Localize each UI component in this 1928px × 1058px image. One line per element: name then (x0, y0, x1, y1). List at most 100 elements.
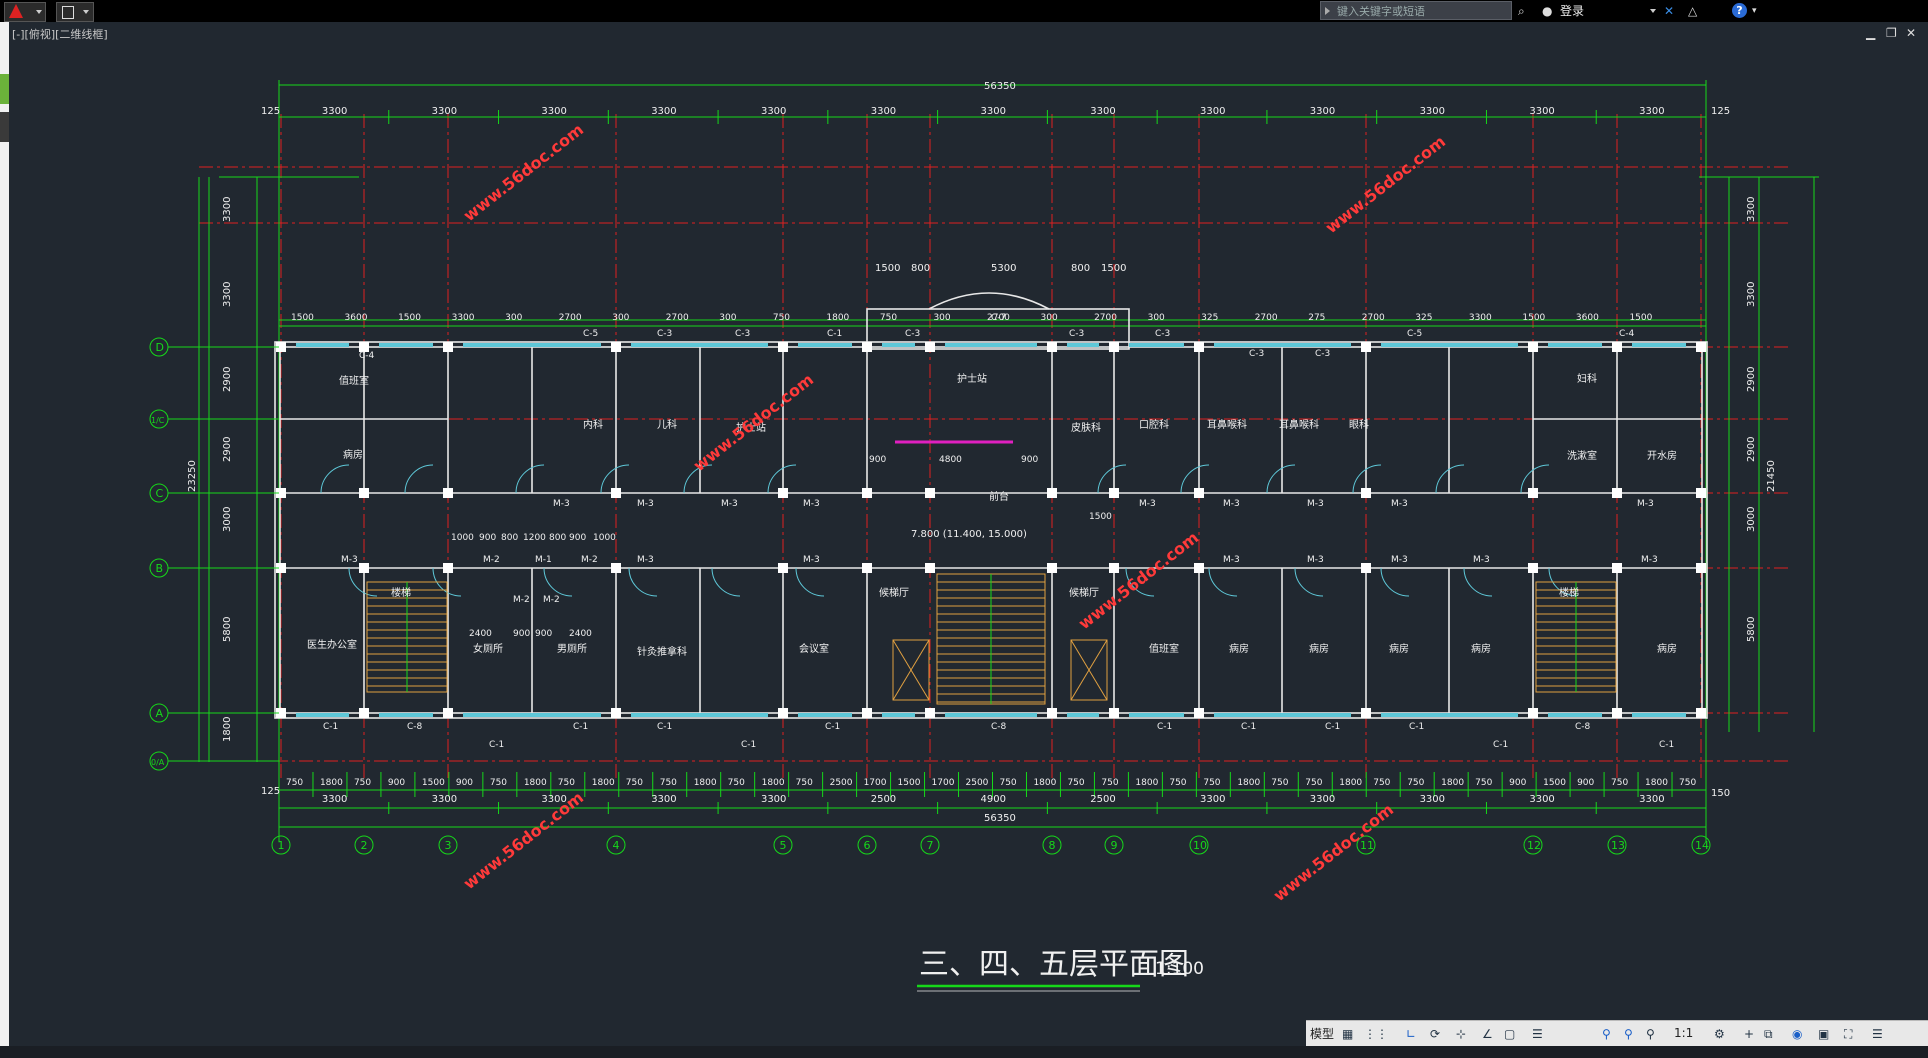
polar-icon[interactable]: ⟳ (1430, 1026, 1440, 1042)
ortho-icon[interactable]: ∟ (1406, 1026, 1416, 1042)
column (925, 708, 935, 718)
door-tag: M-3 (1223, 555, 1240, 565)
dimension-upper: 300 (1041, 313, 1058, 323)
window (1381, 343, 1518, 347)
dimension-left-segment: 3300 (222, 282, 233, 307)
axis-bubble-label: 13 (1611, 839, 1625, 852)
quick-access-toolbar[interactable] (56, 2, 94, 22)
customize-icon[interactable]: ☰ (1872, 1026, 1883, 1042)
exchange-icon[interactable]: ✕ (1664, 3, 1674, 19)
dimension-total: 56350 (984, 813, 1016, 824)
gear-icon[interactable]: ⚙ (1714, 1026, 1725, 1042)
room-label: 洗漱室 (1567, 449, 1597, 462)
chevron-down-icon[interactable]: ▾ (1752, 3, 1757, 19)
door-tag: M-3 (1139, 499, 1156, 509)
window-tag: C-4 (359, 351, 375, 361)
dimension-bottom-detail: 1800 (592, 778, 615, 788)
window-tag: C-3 (1155, 329, 1170, 339)
clean-screen-icon[interactable]: ⛶ (1844, 1026, 1852, 1042)
column (1361, 708, 1371, 718)
title-bar: 键入关键字或短语 ⌕ ● 登录 ✕ △ ? ▾ (0, 0, 1928, 22)
palette-tab[interactable] (0, 112, 9, 142)
axis-bubble-label: 3 (445, 839, 452, 852)
window-tag: C-5 (1407, 329, 1422, 339)
column (611, 563, 621, 573)
dimension-top-mid: 800 (911, 263, 930, 274)
column (1109, 708, 1119, 718)
window-tag: C-7 (991, 313, 1006, 323)
application-menu-button[interactable] (4, 2, 46, 22)
tool-palette-strip[interactable] (0, 22, 9, 1058)
palette-tab[interactable] (0, 74, 9, 104)
otrack-icon[interactable]: ∠ (1482, 1026, 1493, 1042)
drawing-canvas[interactable]: 56350563503300 3300 3300 3300 3300 3300 3300 33… (9, 22, 1928, 1020)
dimension-counter: 900 (1021, 455, 1038, 465)
dimension-corner: 125 (261, 106, 280, 117)
autoscale-icon[interactable]: ⚲ (1624, 1026, 1633, 1042)
dimension-bottom-bay: 3300 (432, 794, 457, 805)
door-tag: M-3 (1641, 555, 1658, 565)
annotation-scale-icon[interactable]: ⚲ (1646, 1026, 1655, 1042)
column (1612, 708, 1622, 718)
dimension-bottom-bay: 3300 (1529, 794, 1554, 805)
annotation-scale[interactable]: 1:1 (1674, 1026, 1693, 1040)
connect-icon[interactable]: △ (1688, 3, 1697, 19)
binoculars-icon[interactable]: ⌕ (1518, 3, 1525, 19)
door-tag: M-2 (543, 595, 560, 605)
door-swing (1294, 567, 1324, 597)
window-tag: C-3 (735, 329, 750, 339)
window-tag: C-1 (827, 329, 842, 339)
dimension-bottom-detail: 750 (1101, 778, 1118, 788)
curved-wall (928, 292, 1050, 310)
window-tag: C-5 (583, 329, 598, 339)
plus-icon[interactable]: + (1744, 1026, 1754, 1042)
chevron-down-icon[interactable] (1650, 9, 1656, 13)
dimension-upper: 2700 (666, 313, 689, 323)
user-icon[interactable]: ● (1542, 3, 1552, 19)
window-tag: C-1 (825, 722, 840, 732)
column (1194, 563, 1204, 573)
column (862, 342, 872, 352)
login-button[interactable]: 登录 (1560, 1, 1584, 21)
dimension-upper: 3300 (452, 313, 475, 323)
dimension-bottom-detail: 750 (1203, 778, 1220, 788)
dimension-bottom-detail: 750 (1407, 778, 1424, 788)
hardware-acceleration-icon[interactable]: ▣ (1818, 1026, 1829, 1042)
column (443, 488, 453, 498)
room-label: 病房 (1471, 642, 1491, 655)
dimension-upper: 1500 (291, 313, 314, 323)
workspace-icon[interactable]: ⧉ (1764, 1026, 1773, 1042)
room-label: 开水房 (1647, 449, 1677, 462)
column (778, 563, 788, 573)
room-label: 值班室 (1149, 642, 1179, 655)
window (463, 343, 601, 347)
window (1067, 343, 1099, 347)
osnap-icon[interactable]: ⊹ (1456, 1026, 1466, 1042)
autocad-logo-icon (9, 4, 23, 18)
axis-bubble-label: C (156, 487, 164, 500)
model-tab[interactable]: 模型 (1310, 1025, 1334, 1042)
axis-bubble-label: 1 (278, 839, 285, 852)
search-input[interactable]: 键入关键字或短语 (1320, 1, 1512, 20)
selection-cycling-icon[interactable]: ▢ (1504, 1026, 1515, 1042)
annotation-visibility-icon[interactable]: ⚲ (1602, 1026, 1611, 1042)
dimension-bottom-detail: 750 (1611, 778, 1628, 788)
dimension-bottom-bay: 2500 (871, 794, 896, 805)
dimension-top-bay: 3300 (1420, 106, 1445, 117)
dimension-bottom-detail: 750 (1067, 778, 1084, 788)
lineweight-icon[interactable]: ☰ (1532, 1026, 1543, 1042)
column (443, 342, 453, 352)
snap-icon[interactable]: ⋮⋮ (1364, 1026, 1388, 1042)
dimension-bottom-bay: 4900 (981, 794, 1006, 805)
door-tag: M-3 (1223, 499, 1240, 509)
door-swing (320, 464, 350, 494)
isolate-icon[interactable]: ◉ (1792, 1026, 1802, 1042)
dimension-top-mid: 1500 (875, 263, 900, 274)
help-icon[interactable]: ? (1732, 3, 1747, 18)
column (1528, 488, 1538, 498)
column (611, 488, 621, 498)
dimension-bottom-detail: 1700 (932, 778, 955, 788)
grid-icon[interactable]: ▦ (1342, 1026, 1353, 1042)
dimension-upper: 275 (1308, 313, 1325, 323)
command-line-area[interactable] (0, 1046, 1928, 1058)
